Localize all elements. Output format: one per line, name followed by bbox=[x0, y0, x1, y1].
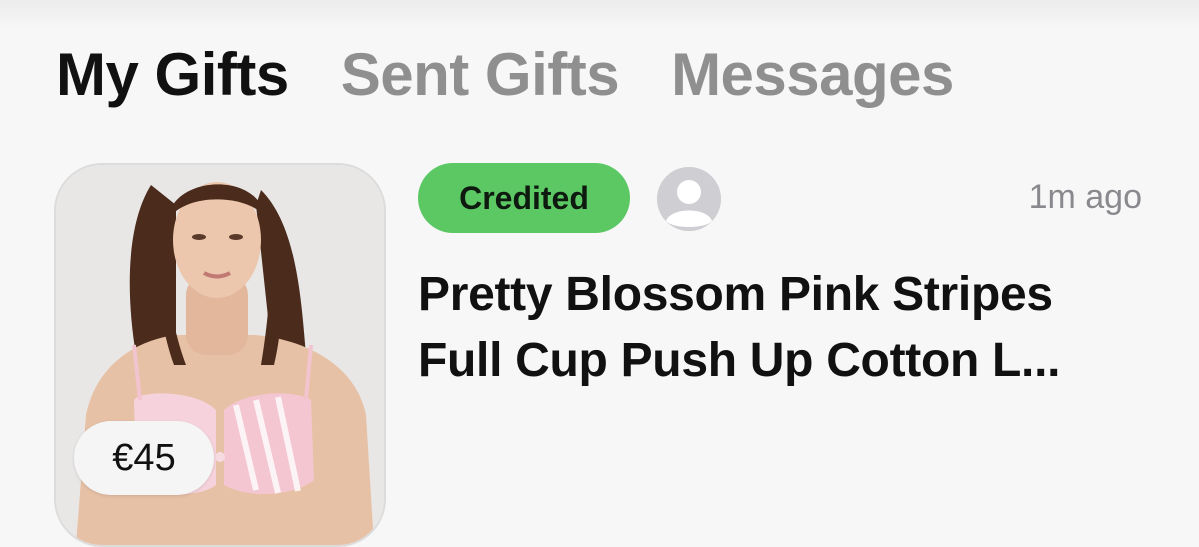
gift-tabs: My Gifts Sent Gifts Messages bbox=[56, 40, 954, 109]
gift-title-line-2: Full Cup Push Up Cotton L... bbox=[418, 334, 1061, 387]
gift-title[interactable]: Pretty Blossom Pink Stripes Full Cup Pus… bbox=[418, 262, 1148, 394]
person-placeholder-icon bbox=[657, 167, 721, 231]
avatar[interactable] bbox=[657, 167, 721, 231]
tab-messages[interactable]: Messages bbox=[671, 40, 954, 109]
gift-product-image[interactable]: €45 bbox=[54, 163, 386, 547]
timestamp: 1m ago bbox=[1028, 178, 1142, 216]
status-badge: Credited bbox=[418, 163, 630, 233]
price-badge: €45 bbox=[74, 421, 214, 495]
top-fade bbox=[0, 0, 1199, 30]
tab-my-gifts[interactable]: My Gifts bbox=[56, 40, 289, 109]
gift-title-line-1: Pretty Blossom Pink Stripes bbox=[418, 268, 1053, 321]
tab-sent-gifts[interactable]: Sent Gifts bbox=[341, 40, 620, 109]
